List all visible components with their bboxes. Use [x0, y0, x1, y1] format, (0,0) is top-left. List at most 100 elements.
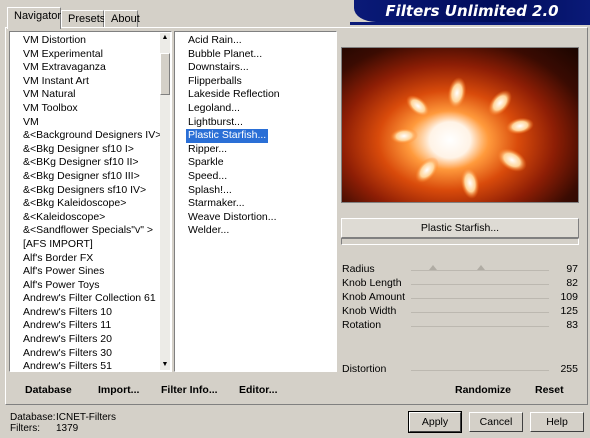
filter-item-label: Weave Distortion... — [188, 210, 277, 223]
filter-preview-image — [341, 47, 579, 203]
editor-button[interactable]: Editor... — [239, 384, 278, 396]
list-item[interactable]: VM Natural — [11, 88, 170, 102]
filter-item-label: Legoland... — [188, 101, 240, 114]
list-item[interactable]: Welder... — [176, 224, 335, 238]
randomize-button[interactable]: Randomize — [455, 384, 511, 396]
slider-track[interactable] — [411, 298, 549, 299]
list-item[interactable]: Alf's Border FX — [11, 252, 170, 266]
param-value: 97 — [566, 263, 578, 275]
progress-bar — [341, 238, 579, 245]
list-item[interactable]: Andrew's Filters 10 — [11, 306, 170, 320]
tab-about[interactable]: About — [104, 10, 140, 28]
slider-track[interactable] — [411, 284, 549, 285]
slider-track[interactable] — [411, 265, 549, 271]
scroll-up-icon[interactable]: ▲ — [160, 33, 170, 43]
tab-navigator[interactable]: Navigator — [7, 7, 61, 29]
import-button[interactable]: Import... — [98, 384, 139, 396]
list-item[interactable]: Alf's Power Sines — [11, 265, 170, 279]
filter-item-label: Speed... — [188, 169, 228, 182]
list-item[interactable]: Downstairs... — [176, 61, 335, 75]
list-item[interactable]: Speed... — [176, 170, 335, 184]
list-item[interactable]: &<Bkg Designer sf10 I> — [11, 143, 170, 157]
filter-item-label: Downstairs... — [188, 61, 249, 74]
category-listbox[interactable]: VM Distortion VM Experimental VM Extravaga… — [9, 31, 172, 372]
list-item[interactable]: &<Sandflower Specials"v" > — [11, 224, 170, 238]
param-label: Distortion — [342, 363, 387, 375]
list-item[interactable]: Andrew's Filters 11 — [11, 319, 170, 333]
list-item[interactable]: &<Bkg Designers sf10 IV> — [11, 184, 170, 198]
filter-listbox[interactable]: Acid Rain... Bubble Planet... Downstairs..… — [174, 31, 337, 372]
scroll-thumb[interactable] — [160, 53, 170, 95]
list-item[interactable]: Bubble Planet... — [176, 48, 335, 62]
list-item[interactable]: Plastic Starfish... — [176, 129, 335, 143]
status-filters-value: 1379 — [56, 423, 79, 434]
param-radius[interactable]: Radius 97 — [341, 263, 579, 277]
filter-item-label: Lakeside Reflection — [188, 88, 280, 101]
param-value: 255 — [560, 363, 578, 375]
list-item[interactable]: VM Toolbox — [11, 102, 170, 116]
list-item[interactable]: VM Distortion — [11, 34, 170, 48]
list-item[interactable]: Splash!... — [176, 184, 335, 198]
list-item[interactable]: Starmaker... — [176, 197, 335, 211]
list-item[interactable]: &<Background Designers IV> — [11, 129, 170, 143]
param-value: 83 — [566, 319, 578, 331]
list-item[interactable]: &<BKg Designer sf10 II> — [11, 156, 170, 170]
param-label: Radius — [342, 263, 375, 275]
filter-item-label: Starmaker... — [188, 197, 245, 210]
status-filters-label: Filters: — [10, 423, 40, 434]
list-item[interactable]: VM Extravaganza — [11, 61, 170, 75]
param-knob-amount[interactable]: Knob Amount 109 — [341, 291, 579, 305]
param-value: 82 — [566, 277, 578, 289]
filter-item-label: Acid Rain... — [188, 34, 242, 46]
param-label: Rotation — [342, 319, 382, 331]
list-item[interactable]: [AFS IMPORT] — [11, 238, 170, 252]
banner-stripe — [350, 22, 590, 25]
apply-button[interactable]: Apply — [408, 411, 462, 433]
list-item[interactable]: Legoland... — [176, 102, 335, 116]
scroll-down-icon[interactable]: ▼ — [160, 360, 170, 370]
filter-item-label: Ripper... — [188, 142, 228, 155]
slider-track[interactable] — [411, 326, 549, 327]
status-database-label: Database: — [10, 412, 56, 423]
filter-item-label: Lightburst... — [188, 115, 243, 128]
list-item[interactable]: VM — [11, 116, 170, 130]
list-item[interactable]: Andrew's Filter Collection 61 — [11, 292, 170, 306]
list-item[interactable]: Alf's Power Toys — [11, 279, 170, 293]
database-button[interactable]: Database — [25, 384, 72, 396]
status-database-value: ICNET-Filters — [56, 412, 116, 423]
filter-item-label: Bubble Planet... — [188, 47, 263, 60]
param-distortion[interactable]: Distortion 255 — [341, 363, 579, 377]
category-scrollbar[interactable]: ▲ ▼ — [160, 33, 170, 370]
list-item[interactable]: Acid Rain... — [176, 34, 335, 48]
param-label: Knob Width — [342, 305, 397, 317]
cancel-button[interactable]: Cancel — [469, 412, 523, 432]
filter-item-label: Splash!... — [188, 183, 232, 196]
list-item[interactable]: Andrew's Filters 51 — [11, 360, 170, 371]
filter-item-label: Sparkle — [188, 156, 224, 169]
reset-button[interactable]: Reset — [535, 384, 564, 396]
filter-info-button[interactable]: Filter Info... — [161, 384, 218, 396]
list-item[interactable]: Andrew's Filters 30 — [11, 347, 170, 361]
tab-presets[interactable]: Presets — [61, 10, 105, 28]
param-label: Knob Length — [342, 277, 402, 289]
list-item[interactable]: VM Instant Art — [11, 75, 170, 89]
list-item[interactable]: Lightburst... — [176, 116, 335, 130]
list-item[interactable]: Andrew's Filters 20 — [11, 333, 170, 347]
param-rotation[interactable]: Rotation 83 — [341, 319, 579, 333]
list-item[interactable]: &<Kaleidoscope> — [11, 211, 170, 225]
list-item[interactable]: Lakeside Reflection — [176, 88, 335, 102]
param-knob-length[interactable]: Knob Length 82 — [341, 277, 579, 291]
list-item[interactable]: Sparkle — [176, 156, 335, 170]
list-item[interactable]: Ripper... — [176, 143, 335, 157]
help-button[interactable]: Help — [530, 412, 584, 432]
list-item[interactable]: &<Bkg Kaleidoscope> — [11, 197, 170, 211]
list-item[interactable]: VM Experimental — [11, 48, 170, 62]
slider-track[interactable] — [411, 370, 549, 371]
param-label: Knob Amount — [342, 291, 406, 303]
list-item[interactable]: &<Bkg Designer sf10 III> — [11, 170, 170, 184]
list-item[interactable]: Flipperballs — [176, 75, 335, 89]
param-knob-width[interactable]: Knob Width 125 — [341, 305, 579, 319]
list-item[interactable]: Weave Distortion... — [176, 211, 335, 225]
slider-track[interactable] — [411, 312, 549, 313]
filter-item-label: Welder... — [188, 224, 230, 237]
